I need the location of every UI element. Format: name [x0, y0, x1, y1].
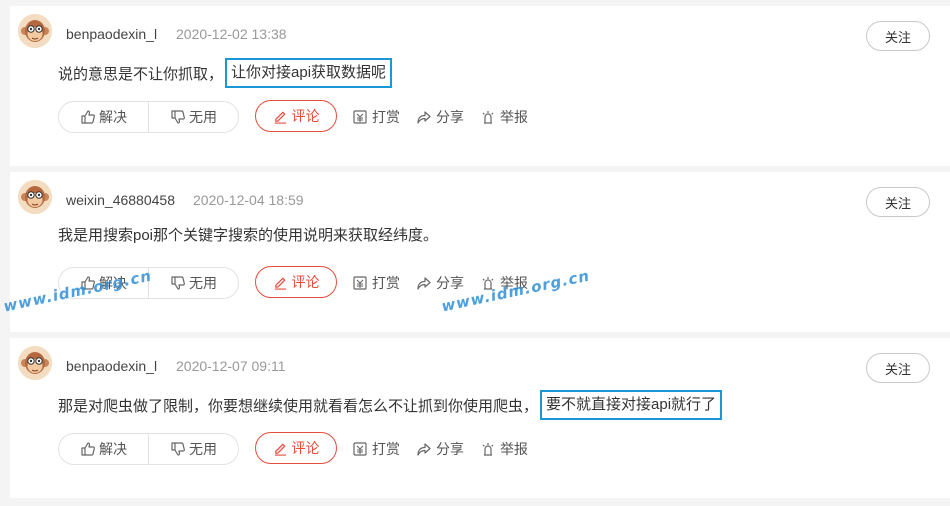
comment-text: 那是对爬虫做了限制，你要想继续使用就看看怎么不让抓到你使用爬虫， 要不就直接对接… [58, 390, 723, 420]
share-button[interactable]: 分享 [416, 107, 464, 127]
share-label: 分享 [436, 109, 464, 125]
unhelpful-label: 无用 [189, 275, 217, 291]
comment-card: benpaodexin_l 2020-12-07 09:11 关注 那是对爬虫做… [10, 338, 950, 498]
report-icon [480, 441, 496, 457]
thumbs-up-icon [80, 441, 96, 457]
report-label: 举报 [500, 109, 528, 125]
pencil-icon [273, 275, 288, 290]
share-button[interactable]: 分享 [416, 273, 464, 293]
share-button[interactable]: 分享 [416, 439, 464, 459]
reward-button[interactable]: 打赏 [352, 107, 400, 127]
monkey-avatar-icon [18, 346, 52, 380]
pencil-icon [273, 109, 288, 124]
report-icon [480, 109, 496, 125]
unhelpful-label: 无用 [189, 441, 217, 457]
comment-text: 我是用搜索poi那个关键字搜索的使用说明来获取经纬度。 [58, 224, 438, 245]
unhelpful-button[interactable]: 无用 [148, 102, 238, 132]
username[interactable]: benpaodexin_l [66, 358, 157, 374]
reward-label: 打赏 [372, 109, 400, 125]
reward-icon [352, 275, 368, 291]
report-label: 举报 [500, 441, 528, 457]
thumbs-down-icon [170, 441, 186, 457]
share-label: 分享 [436, 441, 464, 457]
comment-card: weixin_46880458 2020-12-04 18:59 关注 我是用搜… [10, 172, 950, 332]
comment-text-highlight: 要不就直接对接api就行了 [540, 390, 723, 420]
pencil-icon [273, 441, 288, 456]
follow-button[interactable]: 关注 [866, 353, 930, 383]
comment-card: benpaodexin_l 2020-12-02 13:38 关注 说的意思是不… [10, 6, 950, 166]
helpful-button[interactable]: 解决 [59, 102, 148, 132]
reward-icon [352, 441, 368, 457]
unhelpful-button[interactable]: 无用 [148, 434, 238, 464]
reward-label: 打赏 [372, 275, 400, 291]
share-icon [416, 441, 432, 457]
thumbs-down-icon [170, 109, 186, 125]
comment-time: 2020-12-07 09:11 [176, 358, 286, 374]
comment-text: 说的意思是不让你抓取， 让你对接api获取数据呢 [58, 58, 393, 88]
avatar[interactable] [18, 180, 52, 214]
comment-time: 2020-12-02 13:38 [176, 26, 287, 42]
reply-button[interactable]: 评论 [255, 432, 337, 464]
follow-button[interactable]: 关注 [866, 21, 930, 51]
avatar[interactable] [18, 346, 52, 380]
reply-button[interactable]: 评论 [255, 100, 337, 132]
vote-group: 解决 无用 [58, 101, 239, 133]
unhelpful-label: 无用 [189, 109, 217, 125]
monkey-avatar-icon [18, 14, 52, 48]
reply-label: 评论 [291, 440, 320, 456]
comment-text-plain: 我是用搜索poi那个关键字搜索的使用说明来获取经纬度。 [58, 227, 439, 244]
helpful-label: 解决 [99, 109, 127, 125]
helpful-label: 解决 [99, 441, 127, 457]
helpful-button[interactable]: 解决 [59, 434, 148, 464]
vote-group: 解决 无用 [58, 433, 239, 465]
report-button[interactable]: 举报 [480, 107, 528, 127]
unhelpful-button[interactable]: 无用 [148, 268, 238, 298]
reply-label: 评论 [291, 274, 320, 290]
report-button[interactable]: 举报 [480, 439, 528, 459]
thumbs-up-icon [80, 109, 96, 125]
username[interactable]: benpaodexin_l [66, 26, 157, 42]
reply-button[interactable]: 评论 [255, 266, 337, 298]
comment-text-plain: 说的意思是不让你抓取， [58, 65, 224, 83]
avatar[interactable] [18, 14, 52, 48]
share-label: 分享 [436, 275, 464, 291]
comment-text-plain: 那是对爬虫做了限制，你要想继续使用就看看怎么不让抓到你使用爬虫， [58, 397, 539, 415]
share-icon [416, 109, 432, 125]
thumbs-down-icon [170, 275, 186, 291]
comment-time: 2020-12-04 18:59 [193, 192, 304, 208]
share-icon [416, 275, 432, 291]
comment-text-highlight: 让你对接api获取数据呢 [225, 58, 393, 88]
reward-button[interactable]: 打赏 [352, 439, 400, 459]
reward-icon [352, 109, 368, 125]
follow-button[interactable]: 关注 [866, 187, 930, 217]
reply-label: 评论 [291, 108, 320, 124]
reward-button[interactable]: 打赏 [352, 273, 400, 293]
reward-label: 打赏 [372, 441, 400, 457]
monkey-avatar-icon [18, 180, 52, 214]
username[interactable]: weixin_46880458 [66, 192, 175, 208]
